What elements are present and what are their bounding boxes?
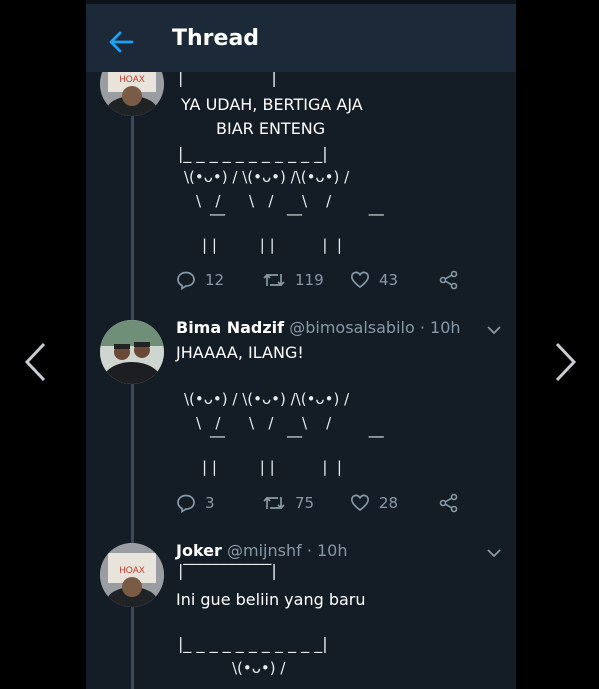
- heart-icon: [350, 494, 370, 512]
- sign-top: |‾‾‾‾‾‾‾‾‾‾‾|: [178, 561, 277, 580]
- display-name[interactable]: Bima Nadzif: [176, 318, 284, 337]
- retweet-icon: [263, 496, 285, 510]
- tweet-text-line: BIAR ENTENG: [216, 119, 326, 138]
- tweet-meta: Joker @mijnshf · 10h: [176, 541, 347, 560]
- reply-count: 12: [205, 271, 225, 289]
- back-arrow-icon[interactable]: [107, 28, 135, 56]
- retweet-count: 75: [295, 494, 315, 512]
- phone-screen: HOAX |‾‾‾‾‾‾‾‾‾‾‾| YA UDAH, BERTIGA AJA …: [86, 0, 516, 689]
- retweet-button[interactable]: 119: [262, 270, 324, 290]
- next-arrow-icon[interactable]: [553, 340, 579, 384]
- chevron-down-icon[interactable]: [486, 322, 502, 338]
- ascii-line: ‾‾ ‾‾ ‾‾: [210, 212, 384, 230]
- retweet-count: 119: [295, 271, 324, 289]
- tweet-actions: 12 119 43: [176, 270, 476, 294]
- tweet-actions: 3 75 28: [176, 493, 476, 517]
- share-icon: [439, 270, 458, 290]
- ascii-line: \ / \ / \ /: [196, 192, 332, 210]
- hoax-sign-text: HOAX: [119, 74, 145, 84]
- like-button[interactable]: 43: [350, 270, 398, 290]
- ascii-line: | | | | | |: [202, 236, 342, 254]
- retweet-icon: [263, 273, 285, 287]
- ascii-line: \(•ᴗ•) / \(•ᴗ•) /\(•ᴗ•) /: [184, 390, 350, 408]
- tweet-text-line: YA UDAH, BERTIGA AJA: [181, 95, 363, 114]
- like-count: 43: [379, 271, 399, 289]
- share-icon: [439, 493, 458, 513]
- sign-top: |‾‾‾‾‾‾‾‾‾‾‾|: [178, 72, 277, 87]
- chevron-down-icon[interactable]: [486, 545, 502, 561]
- share-button[interactable]: [439, 270, 468, 290]
- reply-button[interactable]: 12: [176, 270, 224, 290]
- handle-time[interactable]: @mijnshf · 10h: [227, 541, 347, 560]
- share-button[interactable]: [439, 493, 468, 513]
- page-title: Thread: [172, 26, 260, 51]
- avatar[interactable]: HOAX: [100, 72, 164, 116]
- sign-bottom: |_ _ _ _ _ _ _ _ _ _ _|: [178, 634, 328, 653]
- handle-time[interactable]: @bimosalsabilo · 10h: [289, 318, 460, 337]
- top-bar: Thread: [86, 0, 516, 72]
- like-count: 28: [379, 494, 399, 512]
- reply-button[interactable]: 3: [176, 493, 215, 513]
- ascii-art: \(•ᴗ•) /: [232, 657, 285, 689]
- previous-arrow-icon[interactable]: [22, 340, 48, 384]
- like-button[interactable]: 28: [350, 493, 398, 513]
- reply-icon: [177, 271, 195, 290]
- tweet-text-line: Ini gue beliin yang baru: [176, 590, 366, 609]
- hoax-sign-text: HOAX: [119, 565, 145, 575]
- ascii-line: | | | | | |: [202, 458, 342, 476]
- reply-icon: [177, 494, 195, 513]
- thread-content: HOAX |‾‾‾‾‾‾‾‾‾‾‾| YA UDAH, BERTIGA AJA …: [86, 72, 516, 689]
- heart-icon: [350, 271, 370, 289]
- avatar[interactable]: [100, 320, 164, 384]
- tweet-text-line: JHAAAA, ILANG!: [176, 343, 304, 362]
- ascii-line: ‾‾ ‾‾ ‾‾: [210, 434, 384, 452]
- display-name[interactable]: Joker: [176, 541, 222, 560]
- tweet-meta: Bima Nadzif @bimosalsabilo · 10h: [176, 318, 461, 337]
- avatar[interactable]: HOAX: [100, 543, 164, 607]
- sign-bottom: |_ _ _ _ _ _ _ _ _ _ _|: [178, 144, 328, 163]
- ascii-line: \(•ᴗ•) /: [232, 659, 286, 677]
- ascii-line: \ / \ / \ /: [196, 414, 332, 432]
- retweet-button[interactable]: 75: [262, 493, 314, 513]
- reply-count: 3: [205, 494, 215, 512]
- ascii-line: \(•ᴗ•) / \(•ᴗ•) /\(•ᴗ•) /: [184, 168, 350, 186]
